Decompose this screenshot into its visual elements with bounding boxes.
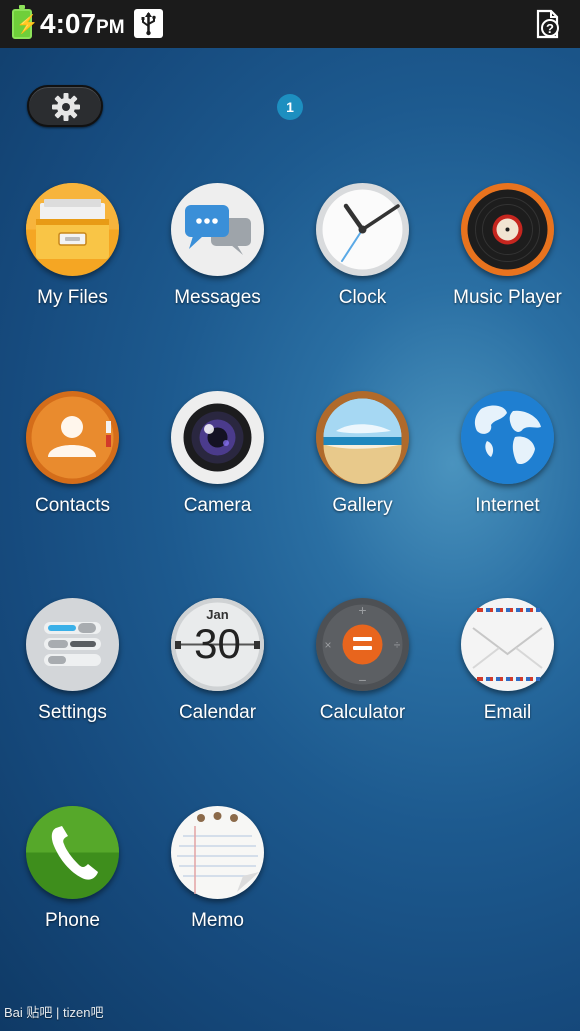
camera-icon [171,391,264,484]
clock-icon [316,183,409,276]
calendar-day: 30 [194,620,241,667]
app-label: Internet [475,495,540,516]
my-files-icon [26,183,119,276]
help-icon: ? [532,8,564,40]
app-label: Contacts [35,495,110,516]
svg-text:?: ? [546,21,554,36]
app-internet[interactable]: Internet [435,391,580,551]
svg-text:×: × [324,638,331,652]
app-calculator[interactable]: + − × ÷ Calculator [290,598,435,758]
status-bar: ⚡ 4:07PM ? [0,0,580,48]
battery-charging-icon: ⚡ [12,5,38,39]
music-player-icon [461,183,554,276]
app-label: Calculator [319,702,406,723]
app-label: Settings [38,702,107,723]
app-gallery[interactable]: Gallery [290,391,435,551]
app-music-player[interactable]: Music Player [435,183,580,343]
settings-icon [26,598,119,691]
gear-icon [52,93,80,121]
page-indicator[interactable]: 1 [277,94,303,120]
app-messages[interactable]: Messages [145,183,290,343]
app-label: Camera [183,495,252,516]
app-camera[interactable]: Camera [145,391,290,551]
app-label: My Files [37,287,108,308]
messages-icon [171,183,264,276]
usb-icon [134,9,163,38]
app-label: Calendar [178,702,257,723]
app-calendar[interactable]: Jan 30 Calendar [145,598,290,758]
app-label: Gallery [332,495,393,516]
watermark: Bai 贴吧 | tizen吧 [4,1005,104,1020]
svg-text:−: − [358,672,366,688]
calculator-icon: + − × ÷ [316,598,409,691]
internet-icon [461,391,554,484]
phone-icon [26,806,119,899]
calendar-icon: Jan 30 [171,598,264,691]
app-label: Music Player [453,287,562,308]
memo-icon [171,806,264,899]
home-settings-button[interactable] [27,85,103,127]
app-clock[interactable]: Clock [290,183,435,343]
contacts-icon [26,391,119,484]
app-memo[interactable]: Memo [145,806,290,966]
svg-text:+: + [358,602,366,618]
app-settings[interactable]: Settings [0,598,145,758]
app-my-files[interactable]: My Files [0,183,145,343]
app-label: Messages [174,287,261,308]
app-label: Clock [338,287,387,308]
app-contacts[interactable]: Contacts [0,391,145,551]
app-email[interactable]: Email [435,598,580,758]
app-label: Phone [45,910,100,931]
app-label: Memo [191,910,244,931]
app-label: Email [483,702,532,723]
email-icon [461,598,554,691]
svg-text:÷: ÷ [394,638,401,652]
status-time: 4:07PM [40,8,125,39]
app-phone[interactable]: Phone [0,806,145,966]
gallery-icon [316,391,409,484]
